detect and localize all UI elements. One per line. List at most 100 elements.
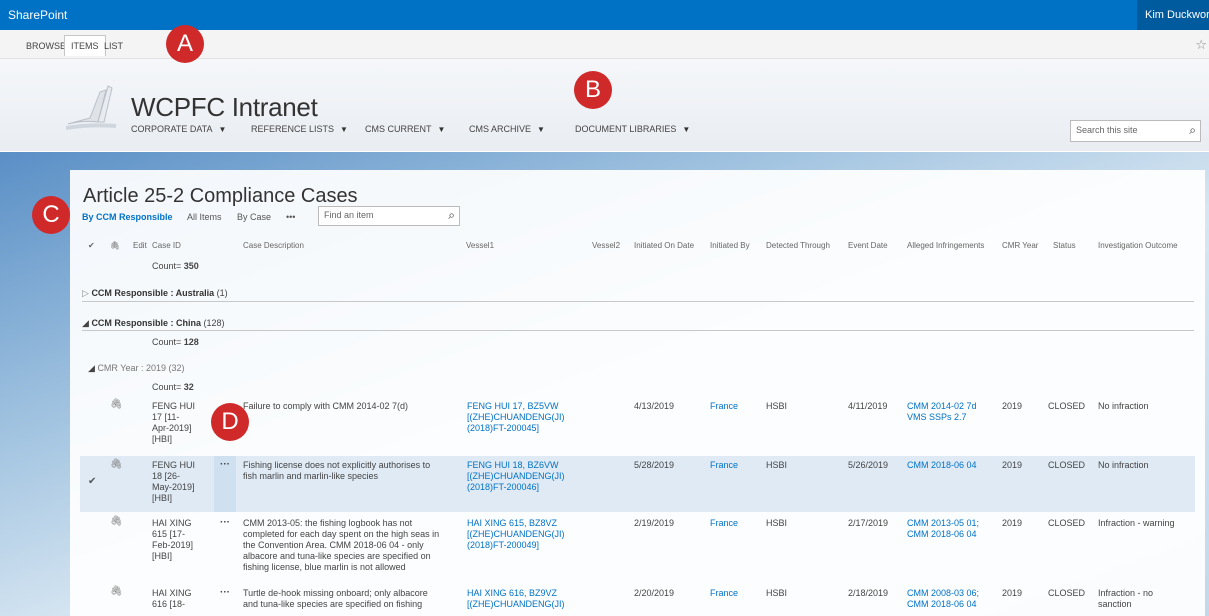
user-menu[interactable]: Kim Duckworth: [1137, 0, 1209, 30]
group-header-china[interactable]: ◢ CCM Responsible : China (128): [82, 318, 225, 329]
case-id-line: 616 [18-: [152, 599, 186, 609]
group-label: CCM Responsible: [91, 318, 168, 328]
col-vessel1[interactable]: Vessel1: [466, 241, 494, 250]
detected-through-cell: HSBI: [766, 401, 788, 411]
view-all-items[interactable]: All Items: [187, 212, 222, 222]
site-title[interactable]: WCPFC Intranet: [131, 92, 318, 123]
nav-cms-current[interactable]: CMS CURRENT ▼: [365, 124, 445, 134]
item-menu-ellipsis-icon[interactable]: ···: [220, 459, 230, 470]
description-cell: CMM 2013-05: the fishing logbook has not…: [243, 518, 439, 573]
group-divider: [82, 330, 1194, 331]
site-search-box[interactable]: Search this site ⌕: [1070, 120, 1201, 142]
nav-label: REFERENCE LISTS: [251, 124, 335, 134]
more-views-ellipsis[interactable]: •••: [286, 212, 295, 222]
site-logo-icon[interactable]: [64, 82, 122, 134]
item-menu-ellipsis-icon[interactable]: ···: [220, 587, 230, 598]
table-row[interactable]: 🖇 ··· HAI XING 616 [18- Turtle de-hook m…: [80, 584, 1195, 616]
nav-document-libraries[interactable]: DOCUMENT LIBRARIES ▼: [575, 124, 690, 134]
view-by-case[interactable]: By Case: [237, 212, 271, 222]
vessel1-link[interactable]: FENG HUI 17, BZ5VW [(ZHE)CHUANDENG(JI) (…: [467, 401, 565, 434]
event-date-cell: 5/26/2019: [848, 460, 889, 470]
description-line: Turtle de-hook missing onboard; only alb…: [243, 588, 428, 598]
nav-reference-lists[interactable]: REFERENCE LISTS ▼: [251, 124, 348, 134]
infringement-line: CMM 2018-06 04: [907, 529, 977, 539]
col-vessel2[interactable]: Vessel2: [592, 241, 620, 250]
caret-down-icon: ▼: [437, 125, 446, 134]
find-item-input[interactable]: Find an item ⌕: [318, 206, 460, 226]
initiated-on-cell: 4/13/2019: [634, 401, 675, 411]
case-id-cell[interactable]: FENG HUI 18 [26- May-2019] [HBI]: [152, 460, 195, 504]
annotation-marker-a: A: [166, 25, 204, 63]
col-initiated-on-date[interactable]: Initiated On Date: [634, 241, 694, 250]
group-count: (1): [216, 288, 228, 298]
vessel1-link[interactable]: HAI XING 616, BZ9VZ [(ZHE)CHUANDENG(JI): [467, 588, 565, 610]
search-icon[interactable]: ⌕: [448, 208, 455, 223]
case-id-line: FENG HUI: [152, 460, 196, 470]
infringements-link[interactable]: CMM 2008-03 06; CMM 2018-06 04: [907, 588, 979, 610]
initiated-by-link[interactable]: France: [710, 518, 738, 529]
case-id-line: 18 [26-: [152, 471, 181, 481]
tab-list[interactable]: LIST: [98, 36, 129, 56]
case-id-cell[interactable]: FENG HUI 17 [11- Apr-2019] [HBI]: [152, 401, 195, 445]
follow-star-icon[interactable]: ☆: [1195, 37, 1207, 53]
col-detected-through[interactable]: Detected Through: [766, 241, 830, 250]
infringements-link[interactable]: CMM 2014-02 7d VMS SSPs 2.7: [907, 401, 977, 423]
col-edit[interactable]: Edit: [133, 241, 147, 250]
col-alleged-infringements[interactable]: Alleged Infringements: [907, 241, 984, 250]
vessel-line: [(ZHE)CHUANDENG(JI): [467, 471, 565, 481]
infringements-link[interactable]: CMM 2013-05 01; CMM 2018-06 04: [907, 518, 979, 540]
item-menu-ellipsis-icon[interactable]: ···: [220, 517, 230, 528]
vessel-line: [(ZHE)CHUANDENG(JI): [467, 599, 565, 609]
select-all-check-icon[interactable]: ✔: [88, 241, 95, 250]
count-value: 128: [183, 337, 199, 347]
collapse-triangle-icon[interactable]: ◢: [82, 318, 89, 328]
nav-corporate-data[interactable]: CORPORATE DATA ▼: [131, 124, 226, 134]
nav-cms-archive[interactable]: CMS ARCHIVE ▼: [469, 124, 545, 134]
subgroup-count-2019: Count= 32: [152, 382, 194, 392]
search-icon[interactable]: ⌕: [1189, 123, 1196, 138]
group-count-china: Count= 128: [152, 337, 199, 347]
event-date-cell: 4/11/2019: [848, 401, 888, 411]
nav-label: CMS ARCHIVE: [469, 124, 532, 134]
infringement-line: VMS SSPs 2.7: [907, 412, 967, 422]
col-investigation-outcome[interactable]: Investigation Outcome: [1098, 241, 1178, 250]
col-event-date[interactable]: Event Date: [848, 241, 888, 250]
group-label: CCM Responsible: [91, 288, 168, 298]
col-initiated-by[interactable]: Initiated By: [710, 241, 750, 250]
group-header-australia[interactable]: ▷ CCM Responsible : Australia (1): [82, 288, 228, 299]
detected-through-cell: HSBI: [766, 588, 788, 598]
attachment-icon: 🖇: [110, 586, 123, 597]
description-cell: Failure to comply with CMM 2014-02 7(d): [243, 401, 408, 412]
detected-through-cell: HSBI: [766, 460, 788, 470]
case-id-line: May-2019]: [152, 482, 195, 492]
col-status[interactable]: Status: [1053, 241, 1076, 250]
col-cmr-year[interactable]: CMR Year: [1002, 241, 1038, 250]
case-id-line: HAI XING: [152, 588, 192, 598]
view-by-ccm-responsible[interactable]: By CCM Responsible: [82, 212, 173, 222]
subgroup-count: (32): [168, 363, 185, 373]
col-case-description[interactable]: Case Description: [243, 241, 304, 250]
table-row[interactable]: 🖇 ··· HAI XING 615 [17- Feb-2019] [HBI] …: [80, 514, 1195, 582]
count-label: Count=: [152, 382, 182, 392]
case-id-cell[interactable]: HAI XING 615 [17- Feb-2019] [HBI]: [152, 518, 193, 562]
case-id-cell[interactable]: HAI XING 616 [18-: [152, 588, 192, 610]
table-row-selected[interactable]: 🖇 ✔ ··· FENG HUI 18 [26- May-2019] [HBI]…: [80, 456, 1195, 512]
detected-through-cell: HSBI: [766, 518, 788, 528]
subgroup-header-cmr-year[interactable]: ◢ CMR Year : 2019 (32): [88, 363, 185, 374]
outcome-cell: Infraction - no sanction: [1098, 588, 1153, 610]
initiated-on-cell: 2/19/2019: [634, 518, 675, 528]
collapse-triangle-icon[interactable]: ◢: [88, 363, 95, 373]
expand-triangle-icon[interactable]: ▷: [82, 288, 89, 298]
cmr-year-cell: 2019: [1002, 518, 1023, 528]
sharepoint-brand-link[interactable]: SharePoint: [8, 8, 67, 22]
vessel1-link[interactable]: HAI XING 615, BZ8VZ [(ZHE)CHUANDENG(JI) …: [467, 518, 565, 551]
initiated-by-link[interactable]: France: [710, 401, 738, 412]
row-check-icon[interactable]: ✔: [88, 476, 96, 487]
initiated-by-link[interactable]: France: [710, 588, 738, 599]
caret-down-icon: ▼: [340, 125, 348, 134]
col-case-id[interactable]: Case ID: [152, 241, 181, 250]
vessel1-link[interactable]: FENG HUI 18, BZ6VW [(ZHE)CHUANDENG(JI) (…: [467, 460, 565, 493]
infringements-link[interactable]: CMM 2018-06 04: [907, 460, 977, 471]
initiated-by-link[interactable]: France: [710, 460, 738, 471]
case-id-line: Feb-2019]: [152, 540, 194, 550]
